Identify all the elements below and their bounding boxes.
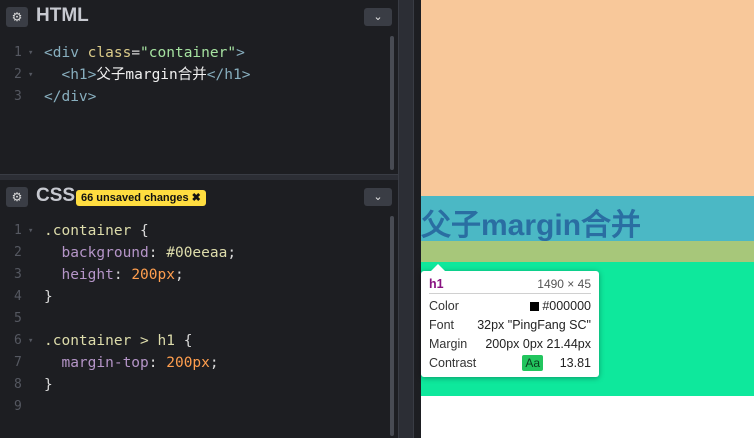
tooltip-row-contrast: Contrast Aa 13.81 <box>429 354 591 372</box>
css-editor-scrollbar[interactable] <box>390 216 394 436</box>
tooltip-row-margin: Margin 200px 0px 21.44px <box>429 335 591 353</box>
line-number: 2 <box>14 245 22 260</box>
css-code-editor[interactable]: 1 ▾ .container {2 background: #00eeaa; 3 he… <box>0 214 400 438</box>
html-code-editor[interactable]: 1 ▾ <div class="container"> 2 ▾ <h1>父子margin… <box>0 36 400 174</box>
tooltip-value: #000000 <box>542 299 591 313</box>
chevron-down-icon: ⌄ <box>373 10 383 23</box>
tooltip-tag-name: h1 <box>429 277 444 291</box>
tooltip-key: Margin <box>429 337 468 351</box>
code-text: .container > h1 { <box>44 333 193 349</box>
code-text: } <box>44 377 53 393</box>
line-number: 3 <box>14 267 22 282</box>
tooltip-value: 13.81 <box>559 356 591 370</box>
code-text: .container { <box>44 223 149 239</box>
code-line[interactable]: 6 ▾ .container > h1 { <box>0 330 380 352</box>
code-text: <h1>父子margin合并</h1> <box>44 67 251 83</box>
gear-icon[interactable]: ⚙ <box>6 7 28 27</box>
tooltip-row-color: Color #000000 <box>429 297 591 315</box>
code-line[interactable]: 3 height: 200px; <box>0 264 380 286</box>
tooltip-value: 200px 0px 21.44px <box>485 337 591 351</box>
code-line[interactable]: 9 <box>0 396 380 418</box>
code-line[interactable]: 8} <box>0 374 380 396</box>
fold-arrow-icon[interactable]: ▾ <box>28 330 33 352</box>
line-number: 5 <box>14 311 22 326</box>
code-line[interactable]: 2 background: #00eeaa; <box>0 242 380 264</box>
css-panel-title: CSS <box>36 185 76 206</box>
tooltip-divider <box>429 293 591 294</box>
preview-heading: 父子margin合并 <box>421 209 642 242</box>
tooltip-value: 32px "PingFang SC" <box>477 318 591 332</box>
tooltip-value-wrap: #000000 <box>530 297 591 315</box>
line-number: 7 <box>14 355 22 370</box>
line-number: 1 <box>14 223 22 238</box>
code-text: <div class="container"> <box>44 45 245 61</box>
html-panel-dropdown-button[interactable]: ⌄ <box>364 8 392 26</box>
css-panel-dropdown-button[interactable]: ⌄ <box>364 188 392 206</box>
tooltip-key: Font <box>429 318 455 332</box>
code-line[interactable]: 1 ▾ <div class="container"> <box>0 42 380 64</box>
tooltip-arrow <box>431 264 445 271</box>
code-line[interactable]: 5 <box>0 308 380 330</box>
code-text: height: 200px; <box>44 267 184 283</box>
code-text: background: #00eeaa; <box>44 245 237 261</box>
margin-highlight-bottom <box>421 241 754 262</box>
line-number: 3 <box>14 89 22 104</box>
html-panel-title: HTML <box>36 5 89 26</box>
line-number: 8 <box>14 377 22 392</box>
code-line[interactable]: 1 ▾ .container { <box>0 220 380 242</box>
chevron-down-icon: ⌄ <box>373 190 383 203</box>
line-number: 1 <box>14 45 22 60</box>
fold-arrow-icon[interactable]: ▾ <box>28 42 33 64</box>
css-panel-header: ⚙ CSS 66 unsaved changes ✖ ⌄ <box>0 180 400 214</box>
color-swatch <box>530 302 540 311</box>
code-text: </div> <box>44 89 97 105</box>
code-line[interactable]: 4} <box>0 286 380 308</box>
editor-pane: ⚙ HTML ⌄ 1 ▾ <div class="container"> 2 ▾ <h1… <box>0 0 400 438</box>
html-panel-header: ⚙ HTML ⌄ <box>0 0 400 34</box>
code-text: margin-top: 200px; <box>44 355 219 371</box>
inspect-tooltip: h1 1490 × 45 Color #000000 Font 32px "Pi… <box>421 264 599 377</box>
line-number: 4 <box>14 289 22 304</box>
tooltip-size: 1490 × 45 <box>537 277 591 291</box>
line-number: 2 <box>14 67 22 82</box>
contrast-badge: Aa <box>522 355 543 371</box>
fold-arrow-icon[interactable]: ▾ <box>28 64 33 86</box>
fold-arrow-icon[interactable]: ▾ <box>28 220 33 242</box>
html-editor-scrollbar[interactable] <box>390 36 394 170</box>
code-line[interactable]: 3 </div> <box>0 86 380 108</box>
pane-resize-handle[interactable] <box>398 0 414 438</box>
code-line[interactable]: 7 margin-top: 200px; <box>0 352 380 374</box>
tooltip-key: Contrast <box>429 356 477 370</box>
code-text: } <box>44 289 53 305</box>
margin-highlight-top <box>421 0 754 196</box>
unsaved-changes-badge[interactable]: 66 unsaved changes ✖ <box>76 190 206 206</box>
tooltip-row-font: Font 32px "PingFang SC" <box>429 316 591 334</box>
tooltip-key: Color <box>429 299 459 313</box>
line-number: 6 <box>14 333 22 348</box>
gear-icon[interactable]: ⚙ <box>6 187 28 207</box>
code-line[interactable]: 2 ▾ <h1>父子margin合并</h1> <box>0 64 380 86</box>
line-number: 9 <box>14 399 22 414</box>
